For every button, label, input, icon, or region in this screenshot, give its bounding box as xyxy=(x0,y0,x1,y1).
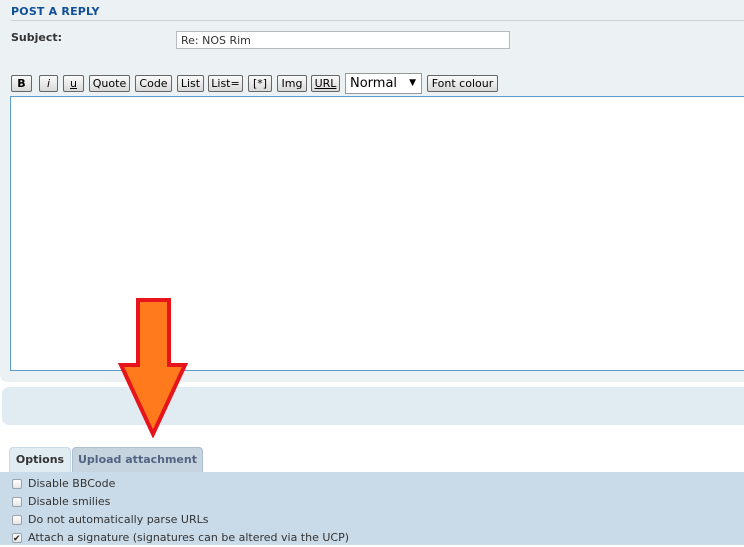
options-panel: Disable BBCode Disable smilies Do not au… xyxy=(0,472,744,545)
tab-options[interactable]: Options xyxy=(9,447,71,472)
checkbox-attach-signature[interactable]: ✔ xyxy=(12,533,22,544)
underline-button[interactable]: u xyxy=(63,75,84,92)
font-size-value: Normal xyxy=(350,76,398,91)
bold-button[interactable]: B xyxy=(11,75,32,92)
option-label: Attach a signature (signatures can be al… xyxy=(28,531,350,544)
smilies-panel xyxy=(2,387,744,425)
quote-button[interactable]: Quote xyxy=(89,75,130,92)
annotation-arrow-shape xyxy=(118,298,188,438)
url-button[interactable]: URL xyxy=(311,75,340,92)
italic-button[interactable]: i xyxy=(39,75,58,92)
list-ordered-button[interactable]: List= xyxy=(208,75,243,92)
checkbox-disable-bbcode[interactable] xyxy=(12,479,22,489)
option-label: Disable BBCode xyxy=(28,477,116,490)
option-label: Do not automatically parse URLs xyxy=(28,513,209,526)
list-item-button[interactable]: [*] xyxy=(248,75,272,92)
subject-input[interactable]: Re: NOS Rim xyxy=(176,31,510,49)
font-size-select[interactable]: Normal ▼ xyxy=(345,73,422,94)
code-button[interactable]: Code xyxy=(135,75,172,92)
arrow-down-icon xyxy=(118,298,188,438)
post-form-panel: POST A REPLY Subject: Re: NOS Rim B i u … xyxy=(0,0,744,382)
option-label: Disable smilies xyxy=(28,495,111,508)
checkbox-disable-smilies[interactable] xyxy=(12,497,22,507)
subject-label: Subject: xyxy=(11,31,63,44)
section-heading: POST A REPLY xyxy=(11,5,100,18)
tab-upload-attachment[interactable]: Upload attachment xyxy=(72,447,203,472)
chevron-down-icon: ▼ xyxy=(409,78,416,88)
font-colour-button[interactable]: Font colour xyxy=(427,75,498,92)
img-button[interactable]: Img xyxy=(277,75,307,92)
heading-divider xyxy=(11,20,744,21)
checkbox-disable-magic-url[interactable] xyxy=(12,515,22,525)
list-button[interactable]: List xyxy=(177,75,204,92)
